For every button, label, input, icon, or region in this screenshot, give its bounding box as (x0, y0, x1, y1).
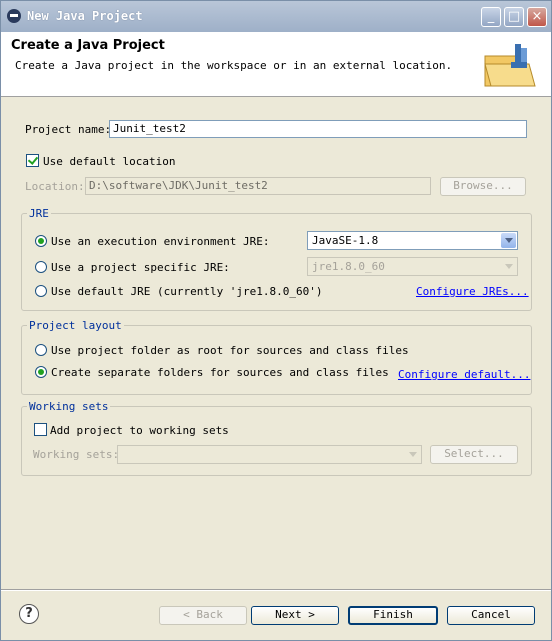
project-name-input[interactable]: Junit_test2 (109, 120, 527, 138)
minimize-button[interactable]: _ (481, 7, 501, 27)
project-root-radio[interactable] (35, 344, 47, 356)
execution-env-radio[interactable] (35, 235, 47, 247)
title-bar[interactable]: New Java Project _ □ × (1, 1, 551, 32)
select-working-sets-button[interactable]: Select... (430, 445, 518, 464)
next-button[interactable]: Next > (251, 606, 339, 625)
help-icon[interactable]: ? (19, 604, 39, 624)
use-default-location-label: Use default location (43, 155, 176, 168)
java-project-folder-icon (484, 44, 536, 87)
working-sets-label: Working sets: (33, 448, 120, 461)
project-name-label: Project name: (25, 123, 112, 136)
new-java-project-window: New Java Project _ □ × Create a Java Pro… (0, 0, 552, 641)
chevron-down-icon[interactable] (501, 259, 516, 274)
default-jre-label: Use default JRE (currently 'jre1.8.0_60'… (51, 285, 323, 298)
separate-folders-label: Create separate folders for sources and … (51, 366, 389, 379)
eclipse-icon (7, 9, 21, 23)
working-sets-group (21, 406, 532, 476)
project-layout-group-title: Project layout (27, 319, 124, 332)
footer-separator (1, 589, 551, 591)
jre-group-title: JRE (27, 207, 51, 220)
wizard-header: Create a Java Project Create a Java proj… (1, 32, 551, 97)
page-title: Create a Java Project (11, 38, 165, 53)
project-root-label: Use project folder as root for sources a… (51, 344, 409, 357)
add-to-working-sets-checkbox[interactable] (34, 423, 47, 436)
cancel-button[interactable]: Cancel (447, 606, 535, 625)
project-specific-jre-value: jre1.8.0_60 (312, 260, 385, 273)
project-specific-jre-radio[interactable] (35, 261, 47, 273)
window-title: New Java Project (27, 9, 143, 23)
chevron-down-icon[interactable] (501, 233, 516, 248)
close-button[interactable]: × (527, 7, 547, 27)
back-button[interactable]: < Back (159, 606, 247, 625)
location-label: Location: (25, 180, 85, 193)
page-description: Create a Java project in the workspace o… (15, 59, 453, 72)
project-specific-jre-select[interactable]: jre1.8.0_60 (307, 257, 518, 276)
finish-button[interactable]: Finish (348, 606, 438, 625)
default-jre-radio[interactable] (35, 285, 47, 297)
execution-env-value: JavaSE-1.8 (312, 234, 379, 247)
working-sets-group-title: Working sets (27, 400, 111, 413)
project-specific-jre-label: Use a project specific JRE: (51, 261, 230, 274)
maximize-button[interactable]: □ (504, 7, 524, 27)
working-sets-select[interactable] (117, 445, 422, 464)
add-to-working-sets-label: Add project to working sets (50, 424, 229, 437)
configure-default-link[interactable]: Configure default... (398, 368, 530, 381)
execution-env-select[interactable]: JavaSE-1.8 (307, 231, 518, 250)
project-layout-group (21, 325, 532, 395)
execution-env-label: Use an execution environment JRE: (51, 235, 270, 248)
location-input[interactable]: D:\software\JDK\Junit_test2 (85, 177, 431, 195)
browse-button[interactable]: Browse... (440, 177, 526, 196)
chevron-down-icon[interactable] (405, 447, 420, 462)
separate-folders-radio[interactable] (35, 366, 47, 378)
configure-jres-link[interactable]: Configure JREs... (416, 285, 529, 298)
use-default-location-checkbox[interactable] (26, 154, 39, 167)
